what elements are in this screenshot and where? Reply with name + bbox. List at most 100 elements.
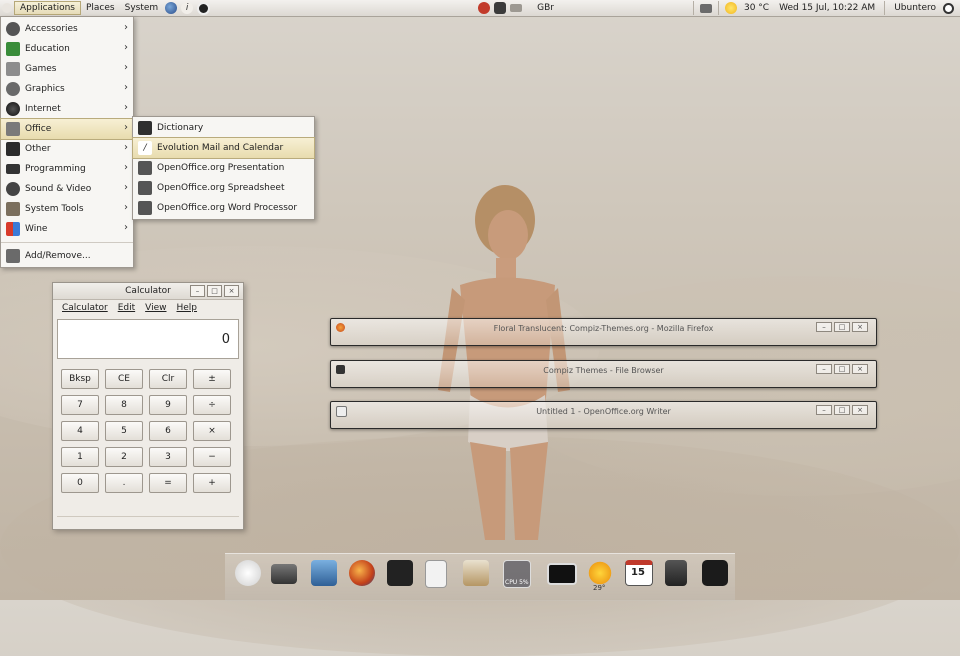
menu-item-add-remove[interactable]: Add/Remove... [1,246,133,266]
menu-item-label: Internet [25,104,61,114]
sun-weather-icon[interactable] [724,2,737,14]
key-subtract[interactable]: − [193,447,231,467]
key-4[interactable]: 4 [61,421,99,441]
applications-menu[interactable]: Applications [14,1,81,15]
monitor-icon[interactable] [547,563,577,585]
apple-icon[interactable] [235,560,261,586]
key-1[interactable]: 1 [61,447,99,467]
menu-item-accessories[interactable]: Accessories › [1,19,133,39]
user-switcher[interactable]: Ubuntero [889,1,941,15]
settings-gear-icon[interactable] [197,1,211,15]
menu-item-other[interactable]: Other › [1,139,133,159]
power-icon[interactable] [702,560,728,586]
minimize-button[interactable]: – [816,405,832,415]
submenu-item-label: Evolution Mail and Calendar [157,143,284,153]
key-decimal[interactable]: . [105,473,143,493]
terminal-icon[interactable] [387,560,413,586]
gnome-foot-icon[interactable] [2,3,12,13]
cpu-monitor-icon[interactable]: CPU 5% [503,560,531,588]
close-button[interactable]: × [852,405,868,415]
minimize-button[interactable]: – [816,322,832,332]
key-multiply[interactable]: × [193,421,231,441]
menu-item-wine[interactable]: Wine › [1,219,133,239]
key-plus-minus[interactable]: ± [193,369,231,389]
window-file-browser[interactable]: Compiz Themes - File Browser – □ × [330,360,877,388]
minimize-button[interactable]: – [190,285,205,297]
trash-icon[interactable] [665,560,687,586]
minimize-button[interactable]: – [816,364,832,374]
submenu-item-dictionary[interactable]: Dictionary [133,118,314,138]
clock-datetime[interactable]: Wed 15 Jul, 10:22 AM [774,1,880,15]
shield-icon[interactable] [494,2,507,14]
key-0[interactable]: 0 [61,473,99,493]
weather-icon[interactable]: 29° [587,560,613,592]
menu-item-sound-video[interactable]: Sound & Video › [1,179,133,199]
keyboard-layout-indicator[interactable]: GBr [532,1,559,15]
menu-item-system-tools[interactable]: System Tools › [1,199,133,219]
chevron-right-icon: › [124,202,128,213]
window-firefox[interactable]: Floral Translucent: Compiz-Themes.org - … [330,318,877,346]
key-clear-entry[interactable]: CE [105,369,143,389]
maximize-button[interactable]: □ [834,405,850,415]
education-icon [6,42,20,56]
menu-calculator[interactable]: Calculator [62,303,108,313]
submenu-item-word-processor[interactable]: OpenOffice.org Word Processor [133,198,314,218]
maximize-button[interactable]: □ [834,322,850,332]
menu-item-graphics[interactable]: Graphics › [1,79,133,99]
firefox-icon[interactable] [349,560,375,586]
key-9[interactable]: 9 [149,395,187,415]
submenu-item-presentation[interactable]: OpenOffice.org Presentation [133,158,314,178]
hard-drive-icon[interactable] [271,564,297,584]
window-title: Compiz Themes - File Browser [543,366,664,375]
image-viewer-icon[interactable] [463,560,489,586]
key-add[interactable]: + [193,473,231,493]
submenu-item-spreadsheet[interactable]: OpenOffice.org Spreadsheet [133,178,314,198]
key-5[interactable]: 5 [105,421,143,441]
close-button[interactable]: × [852,322,868,332]
menu-item-label: Office [25,124,52,134]
calculator-window: Calculator – □ × Calculator Edit View He… [52,282,244,530]
key-6[interactable]: 6 [149,421,187,441]
maximize-button[interactable]: □ [834,364,850,374]
calendar-icon[interactable]: 15 [625,560,653,586]
menu-view[interactable]: View [145,303,166,313]
menu-item-games[interactable]: Games › [1,59,133,79]
close-button[interactable]: × [852,364,868,374]
window-controls: – □ × [816,405,868,415]
chevron-right-icon: › [124,62,128,73]
key-backspace[interactable]: Bksp [61,369,99,389]
submenu-item-evolution[interactable]: / Evolution Mail and Calendar [132,137,315,159]
calculator-icon[interactable] [425,560,447,588]
menu-edit[interactable]: Edit [118,303,135,313]
key-2[interactable]: 2 [105,447,143,467]
power-button-icon[interactable] [943,2,954,14]
key-3[interactable]: 3 [149,447,187,467]
submenu-item-label: Dictionary [157,123,204,133]
network-icon[interactable] [699,3,712,13]
key-divide[interactable]: ÷ [193,395,231,415]
menu-help[interactable]: Help [177,303,198,313]
menu-item-education[interactable]: Education › [1,39,133,59]
places-menu[interactable]: Places [81,1,120,15]
calculator-titlebar[interactable]: Calculator – □ × [53,283,243,300]
maximize-button[interactable]: □ [207,285,222,297]
key-equals[interactable]: = [149,473,187,493]
window-writer[interactable]: Untitled 1 - OpenOffice.org Writer – □ × [330,401,877,429]
submenu-item-label: OpenOffice.org Spreadsheet [157,183,285,193]
info-icon[interactable]: i [181,2,194,14]
menu-item-programming[interactable]: Programming › [1,159,133,179]
close-button[interactable]: × [224,285,239,297]
network-alert-icon[interactable] [478,2,491,14]
key-8[interactable]: 8 [105,395,143,415]
weather-temperature[interactable]: 30 °C [739,1,774,15]
system-menu[interactable]: System [120,1,164,15]
menu-item-internet[interactable]: Internet › [1,99,133,119]
key-7[interactable]: 7 [61,395,99,415]
firefox-launcher-icon[interactable] [165,2,178,14]
key-clear[interactable]: Clr [149,369,187,389]
keyboard-icon[interactable] [510,4,523,12]
menu-divider [1,242,133,243]
save-icon[interactable] [311,560,337,586]
menu-item-office[interactable]: Office › [0,118,134,140]
chevron-right-icon: › [124,142,128,153]
